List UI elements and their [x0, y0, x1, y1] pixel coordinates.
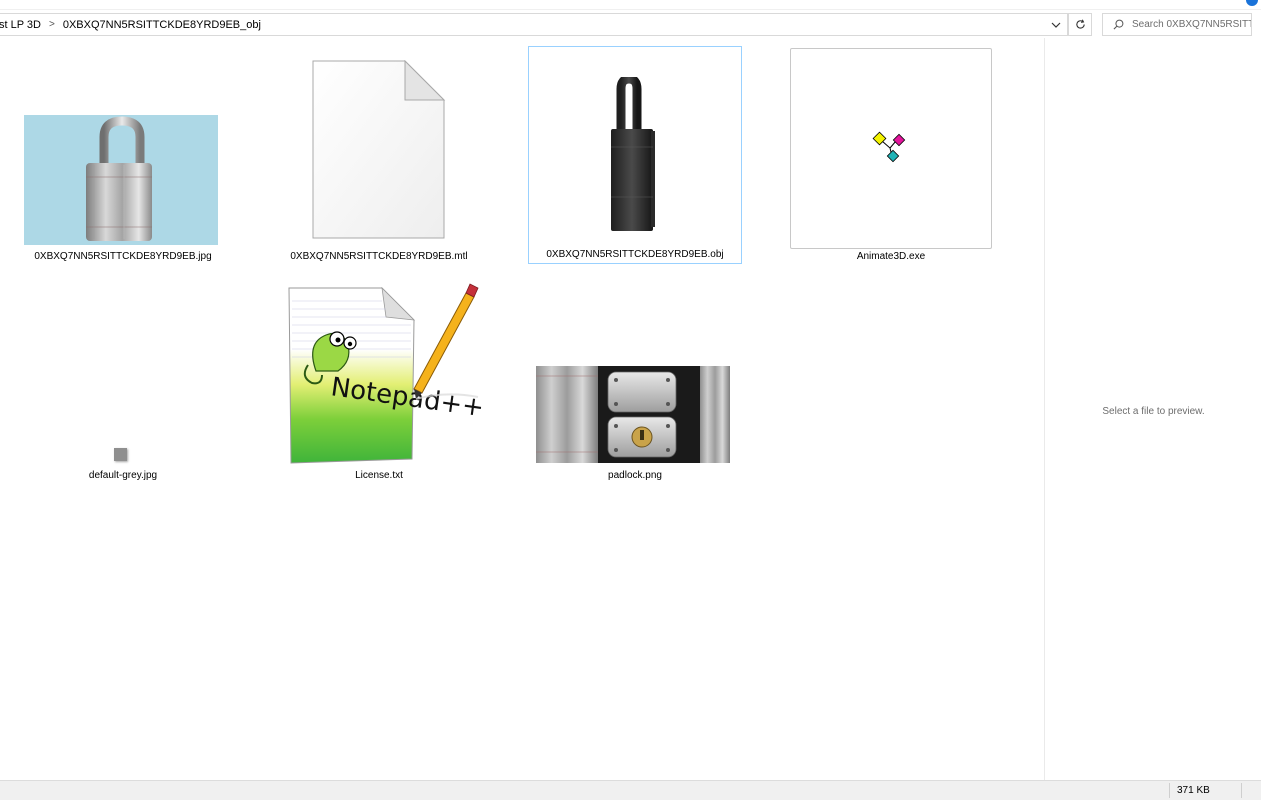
file-name: default-grey.jpg: [88, 470, 158, 481]
status-selection-size: 371 KB: [1177, 785, 1210, 796]
file-name: License.txt: [355, 470, 403, 481]
grey-swatch-thumbnail: [114, 448, 127, 461]
status-divider: [1169, 783, 1170, 798]
address-bar[interactable]: st LP 3D > 0XBXQ7NN5RSITTCKDE8YRD9EB_obj: [0, 13, 1068, 36]
title-strip: [0, 0, 1261, 10]
file-name: 0XBXQ7NN5RSITTCKDE8YRD9EB.obj: [546, 249, 724, 260]
status-divider: [1241, 783, 1242, 798]
chevron-down-icon: [1051, 22, 1061, 28]
address-history-dropdown[interactable]: [1045, 14, 1067, 35]
file-item[interactable]: Animate3D.exe: [786, 48, 996, 264]
help-icon[interactable]: [1246, 0, 1258, 6]
file-item[interactable]: Notepad++ License.txt: [274, 268, 484, 484]
status-bar: 371 KB: [0, 780, 1261, 800]
file-name: padlock.png: [608, 470, 662, 481]
file-name: Animate3D.exe: [856, 251, 926, 262]
file-name: 0XBXQ7NN5RSITTCKDE8YRD9EB.jpg: [34, 251, 212, 262]
preview-pane: Select a file to preview.: [1044, 38, 1261, 780]
file-item[interactable]: default-grey.jpg: [18, 268, 228, 484]
file-item[interactable]: 0XBXQ7NN5RSITTCKDE8YRD9EB.jpg: [18, 48, 228, 264]
file-list-view[interactable]: 0XBXQ7NN5RSITTCKDE8YRD9EB.jpg 0XBXQ7NN5R…: [0, 38, 1044, 780]
file-thumbnail-padlock-texture: [536, 366, 730, 463]
breadcrumb-separator[interactable]: >: [49, 19, 55, 30]
file-item-selected[interactable]: 0XBXQ7NN5RSITTCKDE8YRD9EB.obj: [528, 46, 742, 264]
file-thumbnail-padlock-obj: [611, 77, 655, 231]
address-row: st LP 3D > 0XBXQ7NN5RSITTCKDE8YRD9EB_obj…: [0, 10, 1261, 38]
breadcrumb-parent[interactable]: st LP 3D: [0, 19, 41, 31]
search-input[interactable]: Search 0XBXQ7NN5RSITTC...: [1102, 13, 1252, 36]
file-item[interactable]: padlock.png: [528, 268, 742, 484]
breadcrumb-current[interactable]: 0XBXQ7NN5RSITTCKDE8YRD9EB_obj: [63, 19, 261, 31]
preview-message: Select a file to preview.: [1102, 406, 1205, 417]
refresh-icon: [1075, 19, 1085, 29]
notepadpp-icon: Notepad++: [288, 283, 482, 464]
search-placeholder: Search 0XBXQ7NN5RSITTC...: [1132, 19, 1251, 30]
file-item[interactable]: 0XBXQ7NN5RSITTCKDE8YRD9EB.mtl: [274, 48, 484, 264]
document-icon: [312, 60, 446, 239]
app-icon: [872, 131, 906, 163]
file-name: 0XBXQ7NN5RSITTCKDE8YRD9EB.mtl: [290, 251, 468, 262]
file-thumbnail-padlock-jpg: [24, 115, 218, 245]
refresh-button[interactable]: [1068, 13, 1092, 36]
search-icon: [1113, 19, 1124, 30]
